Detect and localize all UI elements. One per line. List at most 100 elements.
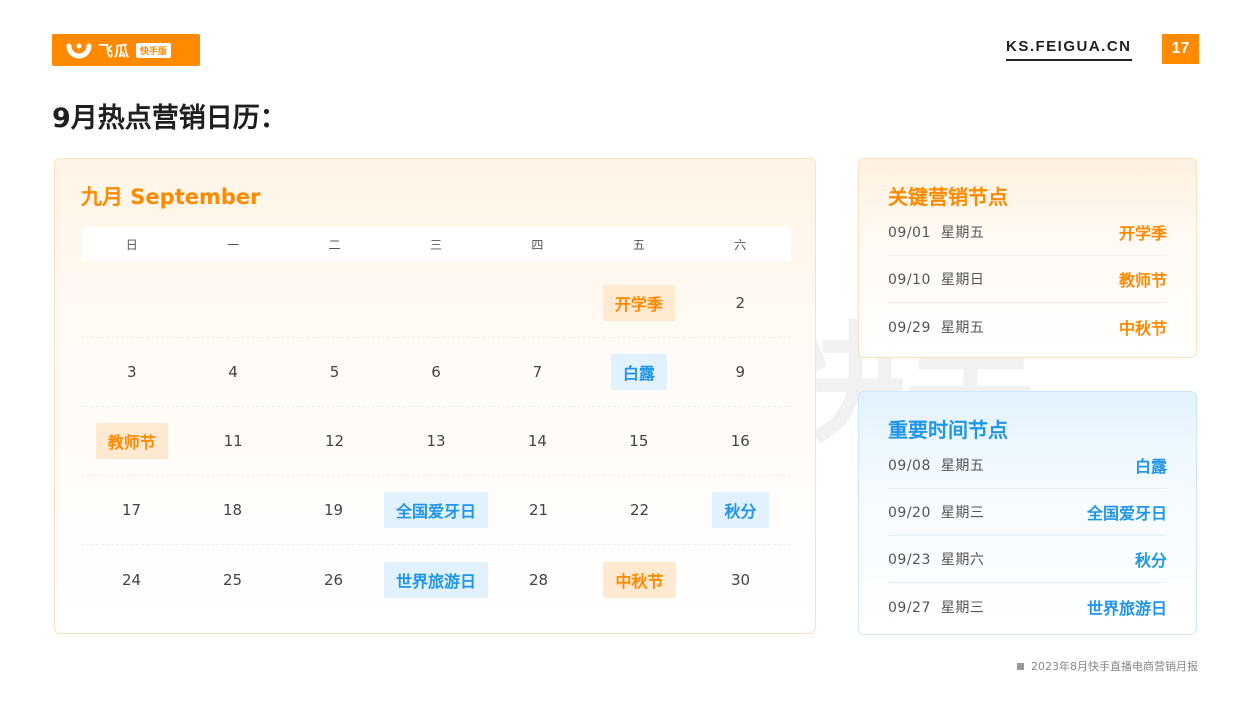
day-number: 14 [527,432,547,450]
node-weekday: 星期日 [940,272,985,288]
node-name: 秋分 [1134,551,1167,570]
calendar-day-cell: 14 [487,407,588,475]
calendar-day-cell: 16 [690,407,791,475]
weekday-header: 日一二三四五六 [81,227,791,261]
node-list-item: 09/29 星期五 中秋节 [888,303,1167,350]
day-number: 6 [431,363,441,381]
key-event-badge: 中秋节 [603,561,676,598]
day-number: 28 [528,570,549,589]
node-date: 09/29 [888,319,931,336]
node-list-item: 09/08 星期五 白露 [888,442,1167,489]
node-date-group: 09/08 星期五 [888,455,984,475]
node-date: 09/10 [888,272,931,288]
calendar-card: 九月 September 日 一 二 三 四 五 六 开学季 2 3 4 5 6 7 白露 9 教师节 11 12… [54,158,816,634]
node-weekday: 星期五 [940,319,985,336]
calendar-day-cell [284,269,385,337]
node-list-item: 09/27 星期三 世界旅游日 [888,583,1167,630]
node-date: 09/01 [888,225,931,241]
calendar-day-cell: 白露 [588,338,689,406]
node-weekday: 星期五 [940,225,985,241]
page-number: 17 [1162,34,1199,64]
calendar-day-cell: 28 [488,545,589,614]
calendar-day-cell: 21 [488,476,589,544]
node-date-group: 09/27 星期三 [888,597,984,617]
important-nodes-title: 重要时间节点 [888,418,1008,442]
calendar-day-cell: 6 [385,338,486,406]
node-list-item: 09/23 星期六 秋分 [888,536,1167,583]
node-name: 开学季 [1118,224,1167,243]
brand-logo: 飞瓜 快手版 [52,34,200,66]
key-event-badge: 教师节 [95,423,168,459]
node-date-group: 09/29 星期五 [888,317,984,337]
important-nodes-list: 09/08 星期五 白露 09/20 星期三 全国爱牙日 09/23 星期六 秋分 09/27 星期… [888,442,1167,630]
calendar-title: 九月 September [81,185,261,209]
calendar-day-cell: 中秋节 [589,545,690,614]
node-weekday: 星期三 [940,505,985,521]
weekday-label: 一 [227,237,240,252]
weekday-label: 二 [328,237,341,252]
node-name: 全国爱牙日 [1086,504,1167,523]
calendar-day-cell: 24 [81,545,182,614]
calendar-week-row: 24 25 26 世界旅游日 28 中秋节 30 [81,545,791,614]
calendar-day-cell: 30 [690,545,791,614]
site-url[interactable]: KS.FEIGUA.CN [1006,38,1132,61]
calendar-day-cell: 19 [283,476,384,544]
calendar-day-cell: 秋分 [690,476,791,544]
calendar-day-cell [182,269,283,337]
day-number: 7 [532,363,543,381]
day-number: 2 [735,294,746,312]
important-event-badge: 秋分 [712,492,769,528]
weekday-label: 日 [125,237,138,252]
calendar-week-row: 开学季 2 [81,269,791,338]
footer-square-icon [1017,662,1024,670]
day-number: 15 [629,432,649,450]
day-number: 16 [730,432,750,450]
important-event-badge: 世界旅游日 [383,561,488,598]
day-number: 18 [222,501,243,519]
calendar-day-cell: 25 [182,545,283,614]
key-marketing-nodes-panel: 关键营销节点 09/01 星期五 开学季 09/10 星期日 教师节 09/29 星期五 中秋节 [858,158,1197,358]
node-date: 09/23 [888,552,931,568]
calendar-day-cell: 4 [182,338,283,406]
day-number: 19 [323,501,344,519]
calendar-day-cell: 开学季 [588,269,689,337]
key-event-badge: 开学季 [602,285,675,321]
node-name: 白露 [1134,457,1167,476]
calendar-day-cell: 11 [182,407,283,475]
node-weekday: 星期三 [940,599,985,616]
day-number: 9 [735,363,746,381]
day-number: 25 [222,570,243,589]
calendar-day-cell: 3 [81,338,182,406]
calendar-day-cell [487,269,588,337]
calendar-day-cell: 世界旅游日 [383,545,488,614]
node-date: 09/27 [888,599,931,616]
important-event-badge: 白露 [610,354,667,390]
node-name: 教师节 [1118,271,1167,290]
calendar-day-cell [81,269,182,337]
day-number: 4 [228,363,238,381]
day-number: 12 [325,432,345,450]
calendar-day-cell: 26 [283,545,384,614]
day-number: 13 [426,432,446,450]
calendar-day-cell: 5 [284,338,385,406]
calendar-day-cell: 2 [690,269,791,337]
calendar-week-row: 3 4 5 6 7 白露 9 [81,338,791,407]
calendar-day-cell: 9 [690,338,791,406]
day-number: 3 [126,363,137,381]
brand-tag: 快手版 [136,42,172,58]
important-time-nodes-panel: 重要时间节点 09/08 星期五 白露 09/20 星期三 全国爱牙日 09/23 星期六 秋分… [858,391,1197,635]
important-event-badge: 全国爱牙日 [383,492,488,528]
calendar-day-cell: 17 [81,476,182,544]
node-list-item: 09/01 星期五 开学季 [888,209,1167,256]
day-number: 11 [223,432,243,450]
node-list-item: 09/10 星期日 教师节 [888,256,1167,303]
node-date-group: 09/23 星期六 [888,549,984,569]
calendar-day-cell: 全国爱牙日 [383,476,488,544]
brand-name: 飞瓜 [98,41,131,60]
calendar-day-cell: 7 [487,338,588,406]
calendar-day-cell: 教师节 [81,407,182,475]
node-date: 09/20 [888,505,931,521]
page-title: 9月热点营销日历： [52,103,287,134]
calendar-grid: 开学季 2 3 4 5 6 7 白露 9 教师节 11 12 13 14 15 16 17 18 19 全国爱牙日 21… [81,269,791,614]
calendar-week-row: 17 18 19 全国爱牙日 21 22 秋分 [81,476,791,545]
